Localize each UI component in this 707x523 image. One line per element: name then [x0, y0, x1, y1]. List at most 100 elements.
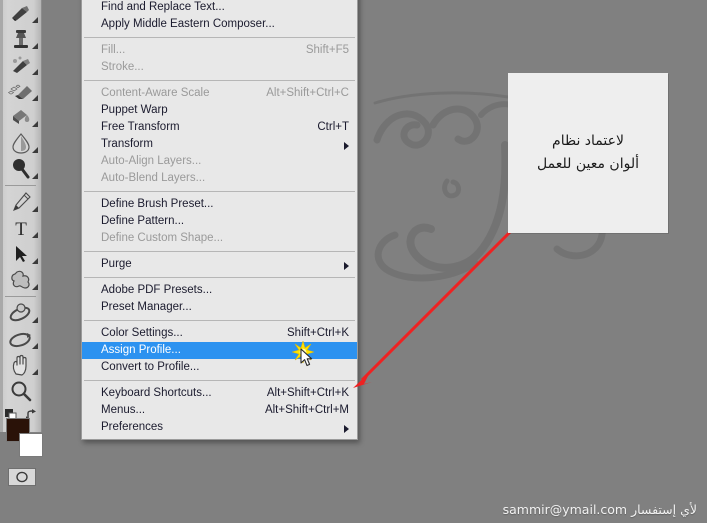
- menu-item-label: Puppet Warp: [101, 104, 168, 116]
- submenu-arrow-icon: [344, 262, 349, 270]
- annotation-arrow: [353, 230, 512, 388]
- dodge-tool-icon[interactable]: [0, 156, 41, 182]
- menu-item-transform[interactable]: Transform: [82, 136, 357, 153]
- flyout-triangle-icon: [32, 258, 38, 264]
- credit-text: لأي إستفسار sammir@ymail.com: [502, 502, 697, 517]
- menu-separator: [84, 277, 355, 278]
- hand-tool-icon[interactable]: [0, 352, 41, 378]
- zoom-tool-icon[interactable]: [0, 378, 41, 404]
- menu-item-auto-blend-layers: Auto-Blend Layers...: [82, 170, 357, 187]
- menu-item-label: Apply Middle Eastern Composer...: [101, 18, 275, 30]
- toolbar-divider: [5, 185, 36, 186]
- path-selection-tool-icon[interactable]: [0, 241, 41, 267]
- menu-item-shortcut: Ctrl+T: [317, 121, 349, 133]
- photoshop-canvas: T Find and Replace Text... Apply Middle …: [0, 0, 707, 523]
- color-swatch-group[interactable]: [0, 408, 43, 466]
- menu-item-convert-to-profile[interactable]: Convert to Profile...: [82, 359, 357, 376]
- menu-item-label: Fill...: [101, 44, 126, 56]
- toolbar-divider: [5, 296, 36, 297]
- menu-item-label: Find and Replace Text...: [101, 1, 225, 13]
- submenu-arrow-icon: [344, 425, 349, 433]
- menu-item-label: Preset Manager...: [101, 301, 192, 313]
- menu-item-keyboard-shortcuts[interactable]: Keyboard Shortcuts... Alt+Shift+Ctrl+K: [82, 385, 357, 402]
- gradient-tool-icon[interactable]: [0, 104, 41, 130]
- note-line-1: لاعتماد نظام: [552, 133, 624, 149]
- annotation-note: لاعتماد نظام ألوان معين للعمل: [508, 73, 668, 233]
- menu-separator: [84, 37, 355, 38]
- brush-tool-icon[interactable]: [0, 0, 41, 26]
- type-tool-icon[interactable]: T: [0, 215, 41, 241]
- menu-item-shortcut: Alt+Shift+Ctrl+C: [266, 87, 349, 99]
- 3d-rotate-tool-icon[interactable]: [0, 326, 41, 352]
- eraser-tool-icon[interactable]: [0, 78, 41, 104]
- menu-item-label: Purge: [101, 258, 132, 270]
- menu-item-menus[interactable]: Menus... Alt+Shift+Ctrl+M: [82, 402, 357, 419]
- menu-item-label: Define Custom Shape...: [101, 232, 224, 244]
- flyout-triangle-icon: [32, 95, 38, 101]
- note-line-2: ألوان معين للعمل: [537, 156, 639, 172]
- menu-item-puppet-warp[interactable]: Puppet Warp: [82, 102, 357, 119]
- quick-mask-icon[interactable]: [8, 468, 36, 486]
- flyout-triangle-icon: [32, 121, 38, 127]
- menu-item-label: Auto-Blend Layers...: [101, 172, 206, 184]
- menu-separator: [84, 380, 355, 381]
- blur-tool-icon[interactable]: [0, 130, 41, 156]
- flyout-triangle-icon: [32, 206, 38, 212]
- menu-item-label: Adobe PDF Presets...: [101, 284, 213, 296]
- menu-item-find-and-replace-text[interactable]: Find and Replace Text...: [82, 0, 357, 16]
- menu-separator: [84, 251, 355, 252]
- menu-item-label: Color Settings...: [101, 327, 183, 339]
- menu-item-adobe-pdf-presets[interactable]: Adobe PDF Presets...: [82, 282, 357, 299]
- menu-item-label: Stroke...: [101, 61, 144, 73]
- menu-item-shortcut: Alt+Shift+Ctrl+K: [266, 387, 349, 399]
- menu-item-label: Menus...: [101, 404, 146, 416]
- menu-item-label: Transform: [101, 138, 153, 150]
- menu-item-label: Content-Aware Scale: [101, 87, 210, 99]
- flyout-triangle-icon: [32, 17, 38, 23]
- submenu-arrow-icon: [344, 142, 349, 150]
- history-brush-tool-icon[interactable]: [0, 52, 41, 78]
- menu-item-content-aware-scale: Content-Aware Scale Alt+Shift+Ctrl+C: [82, 85, 357, 102]
- menu-item-label: Define Pattern...: [101, 215, 185, 227]
- menu-separator: [84, 191, 355, 192]
- menu-item-label: Keyboard Shortcuts...: [101, 387, 212, 399]
- clone-stamp-tool-icon[interactable]: [0, 26, 41, 52]
- menu-item-shortcut: Alt+Shift+Ctrl+M: [264, 404, 349, 416]
- menu-item-label: Auto-Align Layers...: [101, 155, 202, 167]
- menu-item-define-pattern[interactable]: Define Pattern...: [82, 213, 357, 230]
- menu-item-color-settings[interactable]: Color Settings... Shift+Ctrl+K: [82, 325, 357, 342]
- menu-item-preferences[interactable]: Preferences: [82, 419, 357, 436]
- menu-item-auto-align-layers: Auto-Align Layers...: [82, 153, 357, 170]
- pen-tool-icon[interactable]: [0, 189, 41, 215]
- menu-item-preset-manager[interactable]: Preset Manager...: [82, 299, 357, 316]
- menu-item-apply-middle-eastern-composer[interactable]: Apply Middle Eastern Composer...: [82, 16, 357, 33]
- flyout-triangle-icon: [32, 147, 38, 153]
- custom-shape-tool-icon[interactable]: [0, 267, 41, 293]
- menu-item-shortcut: Shift+F5: [305, 44, 349, 56]
- flyout-triangle-icon: [32, 343, 38, 349]
- menu-item-assign-profile[interactable]: Assign Profile...: [82, 341, 357, 367]
- menu-separator: [84, 80, 355, 81]
- menu-item-label: Assign Profile...: [101, 344, 181, 356]
- menu-item-shortcut: Shift+Ctrl+K: [287, 327, 349, 339]
- flyout-triangle-icon: [32, 317, 38, 323]
- flyout-triangle-icon: [32, 43, 38, 49]
- menu-separator: [84, 320, 355, 321]
- svg-text:T: T: [15, 219, 27, 238]
- menu-item-define-brush-preset[interactable]: Define Brush Preset...: [82, 196, 357, 213]
- menu-item-free-transform[interactable]: Free Transform Ctrl+T: [82, 119, 357, 136]
- menu-item-define-custom-shape: Define Custom Shape...: [82, 230, 357, 247]
- flyout-triangle-icon: [32, 369, 38, 375]
- menu-item-stroke: Stroke...: [82, 59, 357, 76]
- flyout-triangle-icon: [32, 284, 38, 290]
- menu-item-purge[interactable]: Purge: [82, 256, 357, 273]
- flyout-triangle-icon: [32, 232, 38, 238]
- menu-item-fill: Fill... Shift+F5: [82, 42, 357, 59]
- menu-item-label: Define Brush Preset...: [101, 198, 214, 210]
- edit-menu[interactable]: Find and Replace Text... Apply Middle Ea…: [81, 0, 358, 440]
- tools-panel[interactable]: T: [0, 0, 43, 486]
- 3d-orbit-tool-icon[interactable]: [0, 300, 41, 326]
- background-color-swatch[interactable]: [19, 433, 43, 457]
- flyout-triangle-icon: [32, 173, 38, 179]
- flyout-triangle-icon: [32, 69, 38, 75]
